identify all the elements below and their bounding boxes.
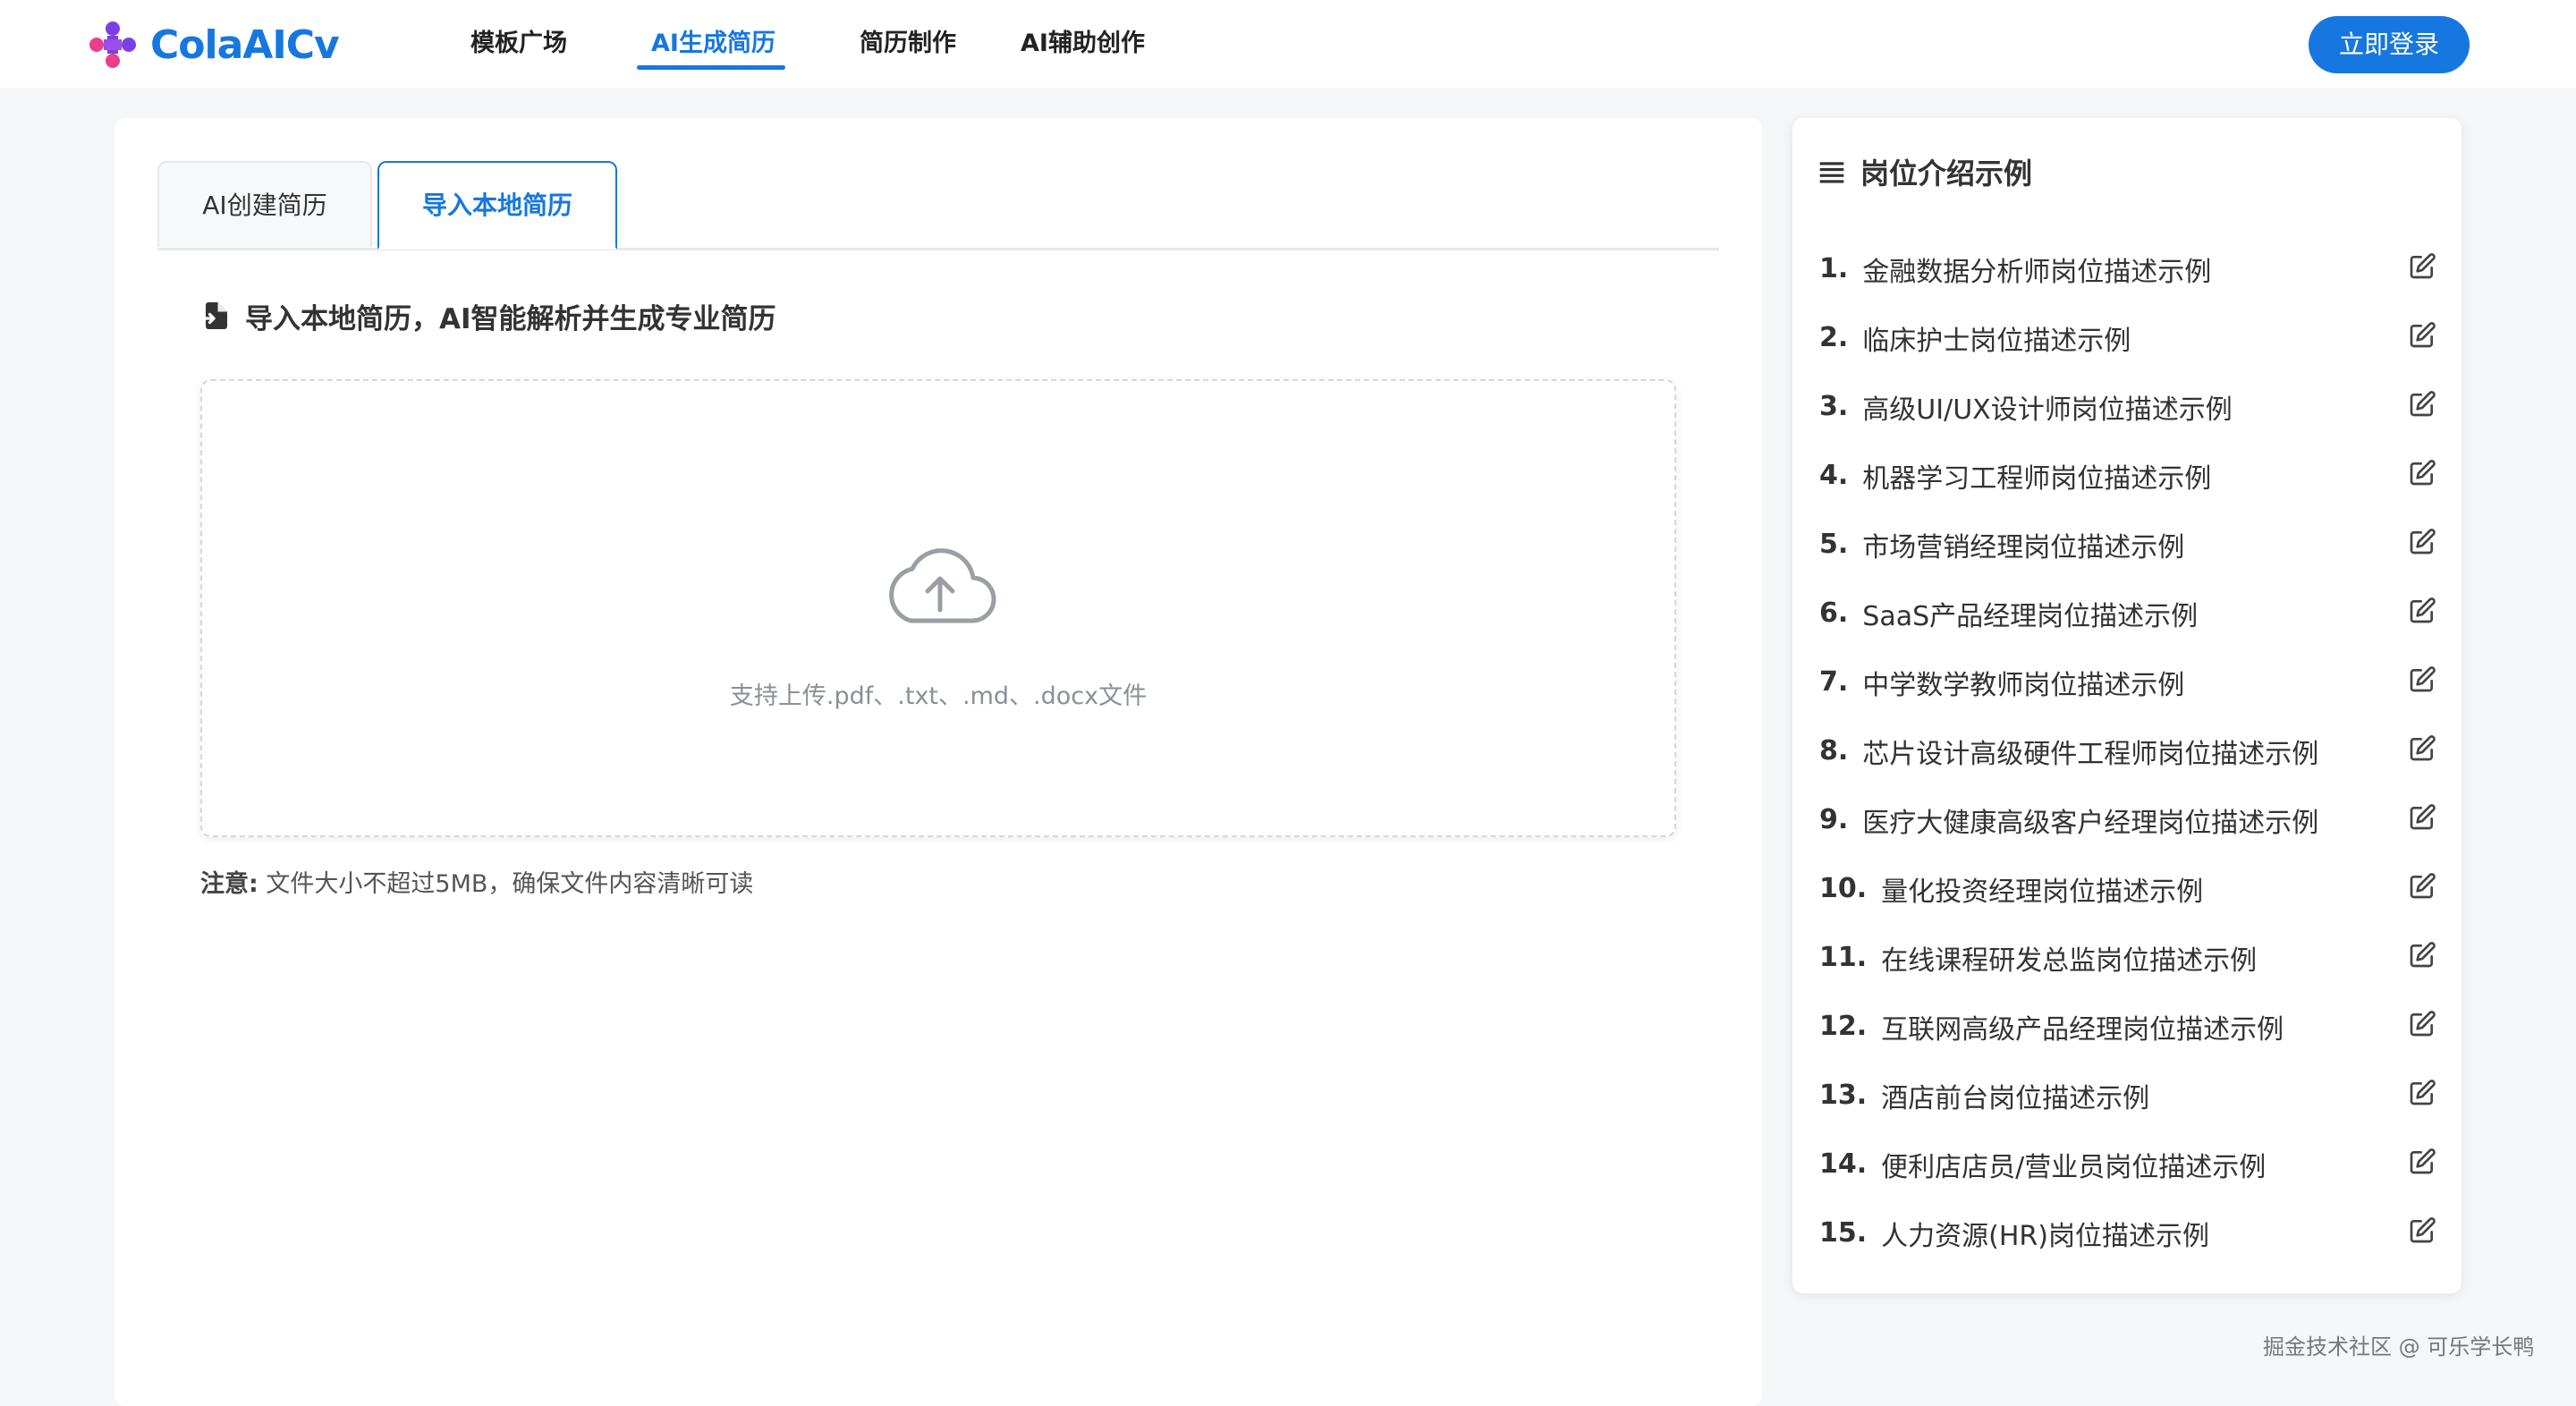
edit-icon[interactable] — [2408, 1079, 2436, 1107]
job-examples-panel: 岗位介绍示例 1. 金融数据分析师岗位描述示例 2. 临床护士岗位描述示例 3. 高级UI… — [1792, 118, 2462, 1293]
note-text: 文件大小不超过5MB，确保文件内容清晰可读 — [266, 870, 754, 898]
list-item[interactable]: 11. 在线课程研发总监岗位描述示例 — [1819, 923, 2436, 992]
edit-icon[interactable] — [2408, 665, 2436, 694]
list-item-number: 9. — [1819, 804, 1849, 835]
list-item[interactable]: 3. 高级UI/UX设计师岗位描述示例 — [1819, 372, 2436, 441]
list-item-number: 1. — [1819, 253, 1849, 284]
list-item-title: 金融数据分析师岗位描述示例 — [1862, 256, 2212, 288]
cloud-upload-icon — [889, 548, 996, 623]
logo-text: ColaAICv — [150, 21, 340, 68]
edit-icon[interactable] — [2408, 1148, 2436, 1176]
list-item-title: 临床护士岗位描述示例 — [1862, 325, 2131, 357]
list-item[interactable]: 6. SaaS产品经理岗位描述示例 — [1819, 579, 2436, 648]
edit-icon[interactable] — [2408, 1216, 2436, 1245]
edit-icon[interactable] — [2408, 390, 2436, 419]
list-item-number: 13. — [1819, 1080, 1868, 1111]
list-icon — [1819, 162, 1844, 183]
list-item[interactable]: 2. 临床护士岗位描述示例 — [1819, 303, 2436, 372]
logo[interactable]: ColaAICv — [88, 20, 340, 70]
list-item-number: 11. — [1819, 942, 1868, 973]
top-nav-bar: ColaAICv 模板广场 AI生成简历 简历制作 AI辅助创作 立即登录 — [0, 0, 2576, 88]
list-item[interactable]: 5. 市场营销经理岗位描述示例 — [1819, 510, 2436, 579]
panel-title: 岗位介绍示例 — [1860, 157, 2033, 191]
edit-icon[interactable] — [2408, 872, 2436, 901]
list-item-title: 酒店前台岗位描述示例 — [1881, 1082, 2150, 1114]
list-item[interactable]: 8. 芯片设计高级硬件工程师岗位描述示例 — [1819, 716, 2436, 785]
nav-ai-resume[interactable]: AI生成简历 — [651, 0, 775, 88]
section-title: 导入本地简历，AI智能解析并生成专业简历 — [200, 293, 776, 338]
list-item-number: 14. — [1819, 1148, 1868, 1180]
list-item-number: 8. — [1819, 735, 1849, 767]
list-item[interactable]: 12. 互联网高级产品经理岗位描述示例 — [1819, 992, 2436, 1061]
nav-templates[interactable]: 模板广场 — [470, 0, 567, 88]
list-item-title: 机器学习工程师岗位描述示例 — [1862, 462, 2212, 495]
list-item[interactable]: 13. 酒店前台岗位描述示例 — [1819, 1061, 2436, 1130]
list-item-number: 6. — [1819, 597, 1849, 629]
list-item-number: 2. — [1819, 322, 1849, 353]
section-title-text: 导入本地简历，AI智能解析并生成专业简历 — [245, 302, 776, 335]
list-item-title: 便利店店员/营业员岗位描述示例 — [1881, 1151, 2267, 1183]
upload-note: 注意: 文件大小不超过5MB，确保文件内容清晰可读 — [200, 864, 753, 899]
list-item[interactable]: 4. 机器学习工程师岗位描述示例 — [1819, 441, 2436, 510]
list-item[interactable]: 10. 量化投资经理岗位描述示例 — [1819, 854, 2436, 923]
edit-icon[interactable] — [2408, 734, 2436, 763]
edit-icon[interactable] — [2408, 459, 2436, 487]
edit-icon[interactable] — [2408, 597, 2436, 625]
tab-import-local[interactable]: 导入本地简历 — [377, 161, 617, 250]
list-item-title: 医疗大健康高级客户经理岗位描述示例 — [1862, 807, 2319, 839]
edit-icon[interactable] — [2408, 528, 2436, 556]
list-item-title: 芯片设计高级硬件工程师岗位描述示例 — [1862, 738, 2319, 770]
main-card: AI创建简历 导入本地简历 导入本地简历，AI智能解析并生成专业简历 支持上传.… — [114, 118, 1762, 1406]
edit-icon[interactable] — [2408, 1010, 2436, 1038]
list-item-title: 市场营销经理岗位描述示例 — [1862, 531, 2185, 563]
list-item-number: 5. — [1819, 529, 1849, 560]
list-item-title: 人力资源(HR)岗位描述示例 — [1881, 1220, 2209, 1252]
login-button[interactable]: 立即登录 — [2309, 16, 2470, 73]
list-item-title: 量化投资经理岗位描述示例 — [1881, 876, 2204, 908]
tab-bar: AI创建简历 导入本地简历 — [157, 161, 1719, 250]
edit-icon[interactable] — [2408, 321, 2436, 350]
edit-icon[interactable] — [2408, 803, 2436, 832]
list-item[interactable]: 7. 中学数学教师岗位描述示例 — [1819, 648, 2436, 716]
list-item[interactable]: 14. 便利店店员/营业员岗位描述示例 — [1819, 1130, 2436, 1198]
nav-resume-maker[interactable]: 简历制作 — [860, 0, 956, 88]
list-item-number: 3. — [1819, 391, 1849, 422]
list-item[interactable]: 15. 人力资源(HR)岗位描述示例 — [1819, 1198, 2436, 1267]
upload-hint: 支持上传.pdf、.txt、.md、.docx文件 — [729, 682, 1148, 710]
list-item-number: 15. — [1819, 1217, 1868, 1249]
list-item-number: 4. — [1819, 460, 1849, 491]
edit-icon[interactable] — [2408, 941, 2436, 970]
list-item-title: SaaS产品经理岗位描述示例 — [1862, 600, 2199, 632]
job-list: 1. 金融数据分析师岗位描述示例 2. 临床护士岗位描述示例 3. 高级UI/UX设计师岗… — [1819, 234, 2436, 1267]
tab-ai-create[interactable]: AI创建简历 — [157, 161, 372, 247]
file-import-icon — [201, 302, 227, 329]
footer-credit: 掘金技术社区 @ 可乐学长鸭 — [2263, 1334, 2535, 1359]
note-label: 注意: — [200, 870, 258, 898]
upload-dropzone[interactable]: 支持上传.pdf、.txt、.md、.docx文件 — [200, 379, 1676, 837]
list-item-number: 10. — [1819, 873, 1868, 904]
edit-icon[interactable] — [2408, 252, 2436, 281]
logo-icon — [89, 21, 136, 68]
list-item-title: 高级UI/UX设计师岗位描述示例 — [1862, 394, 2233, 426]
list-item-title: 中学数学教师岗位描述示例 — [1862, 669, 2185, 701]
nav-ai-assist[interactable]: AI辅助创作 — [1021, 0, 1145, 88]
list-item-title: 在线课程研发总监岗位描述示例 — [1881, 944, 2258, 977]
nav-active-indicator — [637, 65, 785, 70]
panel-header: 岗位介绍示例 — [1818, 145, 2032, 199]
list-item[interactable]: 1. 金融数据分析师岗位描述示例 — [1819, 234, 2436, 303]
list-item-number: 12. — [1819, 1011, 1868, 1042]
list-item-number: 7. — [1819, 666, 1849, 698]
list-item-title: 互联网高级产品经理岗位描述示例 — [1881, 1013, 2284, 1046]
list-item[interactable]: 9. 医疗大健康高级客户经理岗位描述示例 — [1819, 785, 2436, 854]
